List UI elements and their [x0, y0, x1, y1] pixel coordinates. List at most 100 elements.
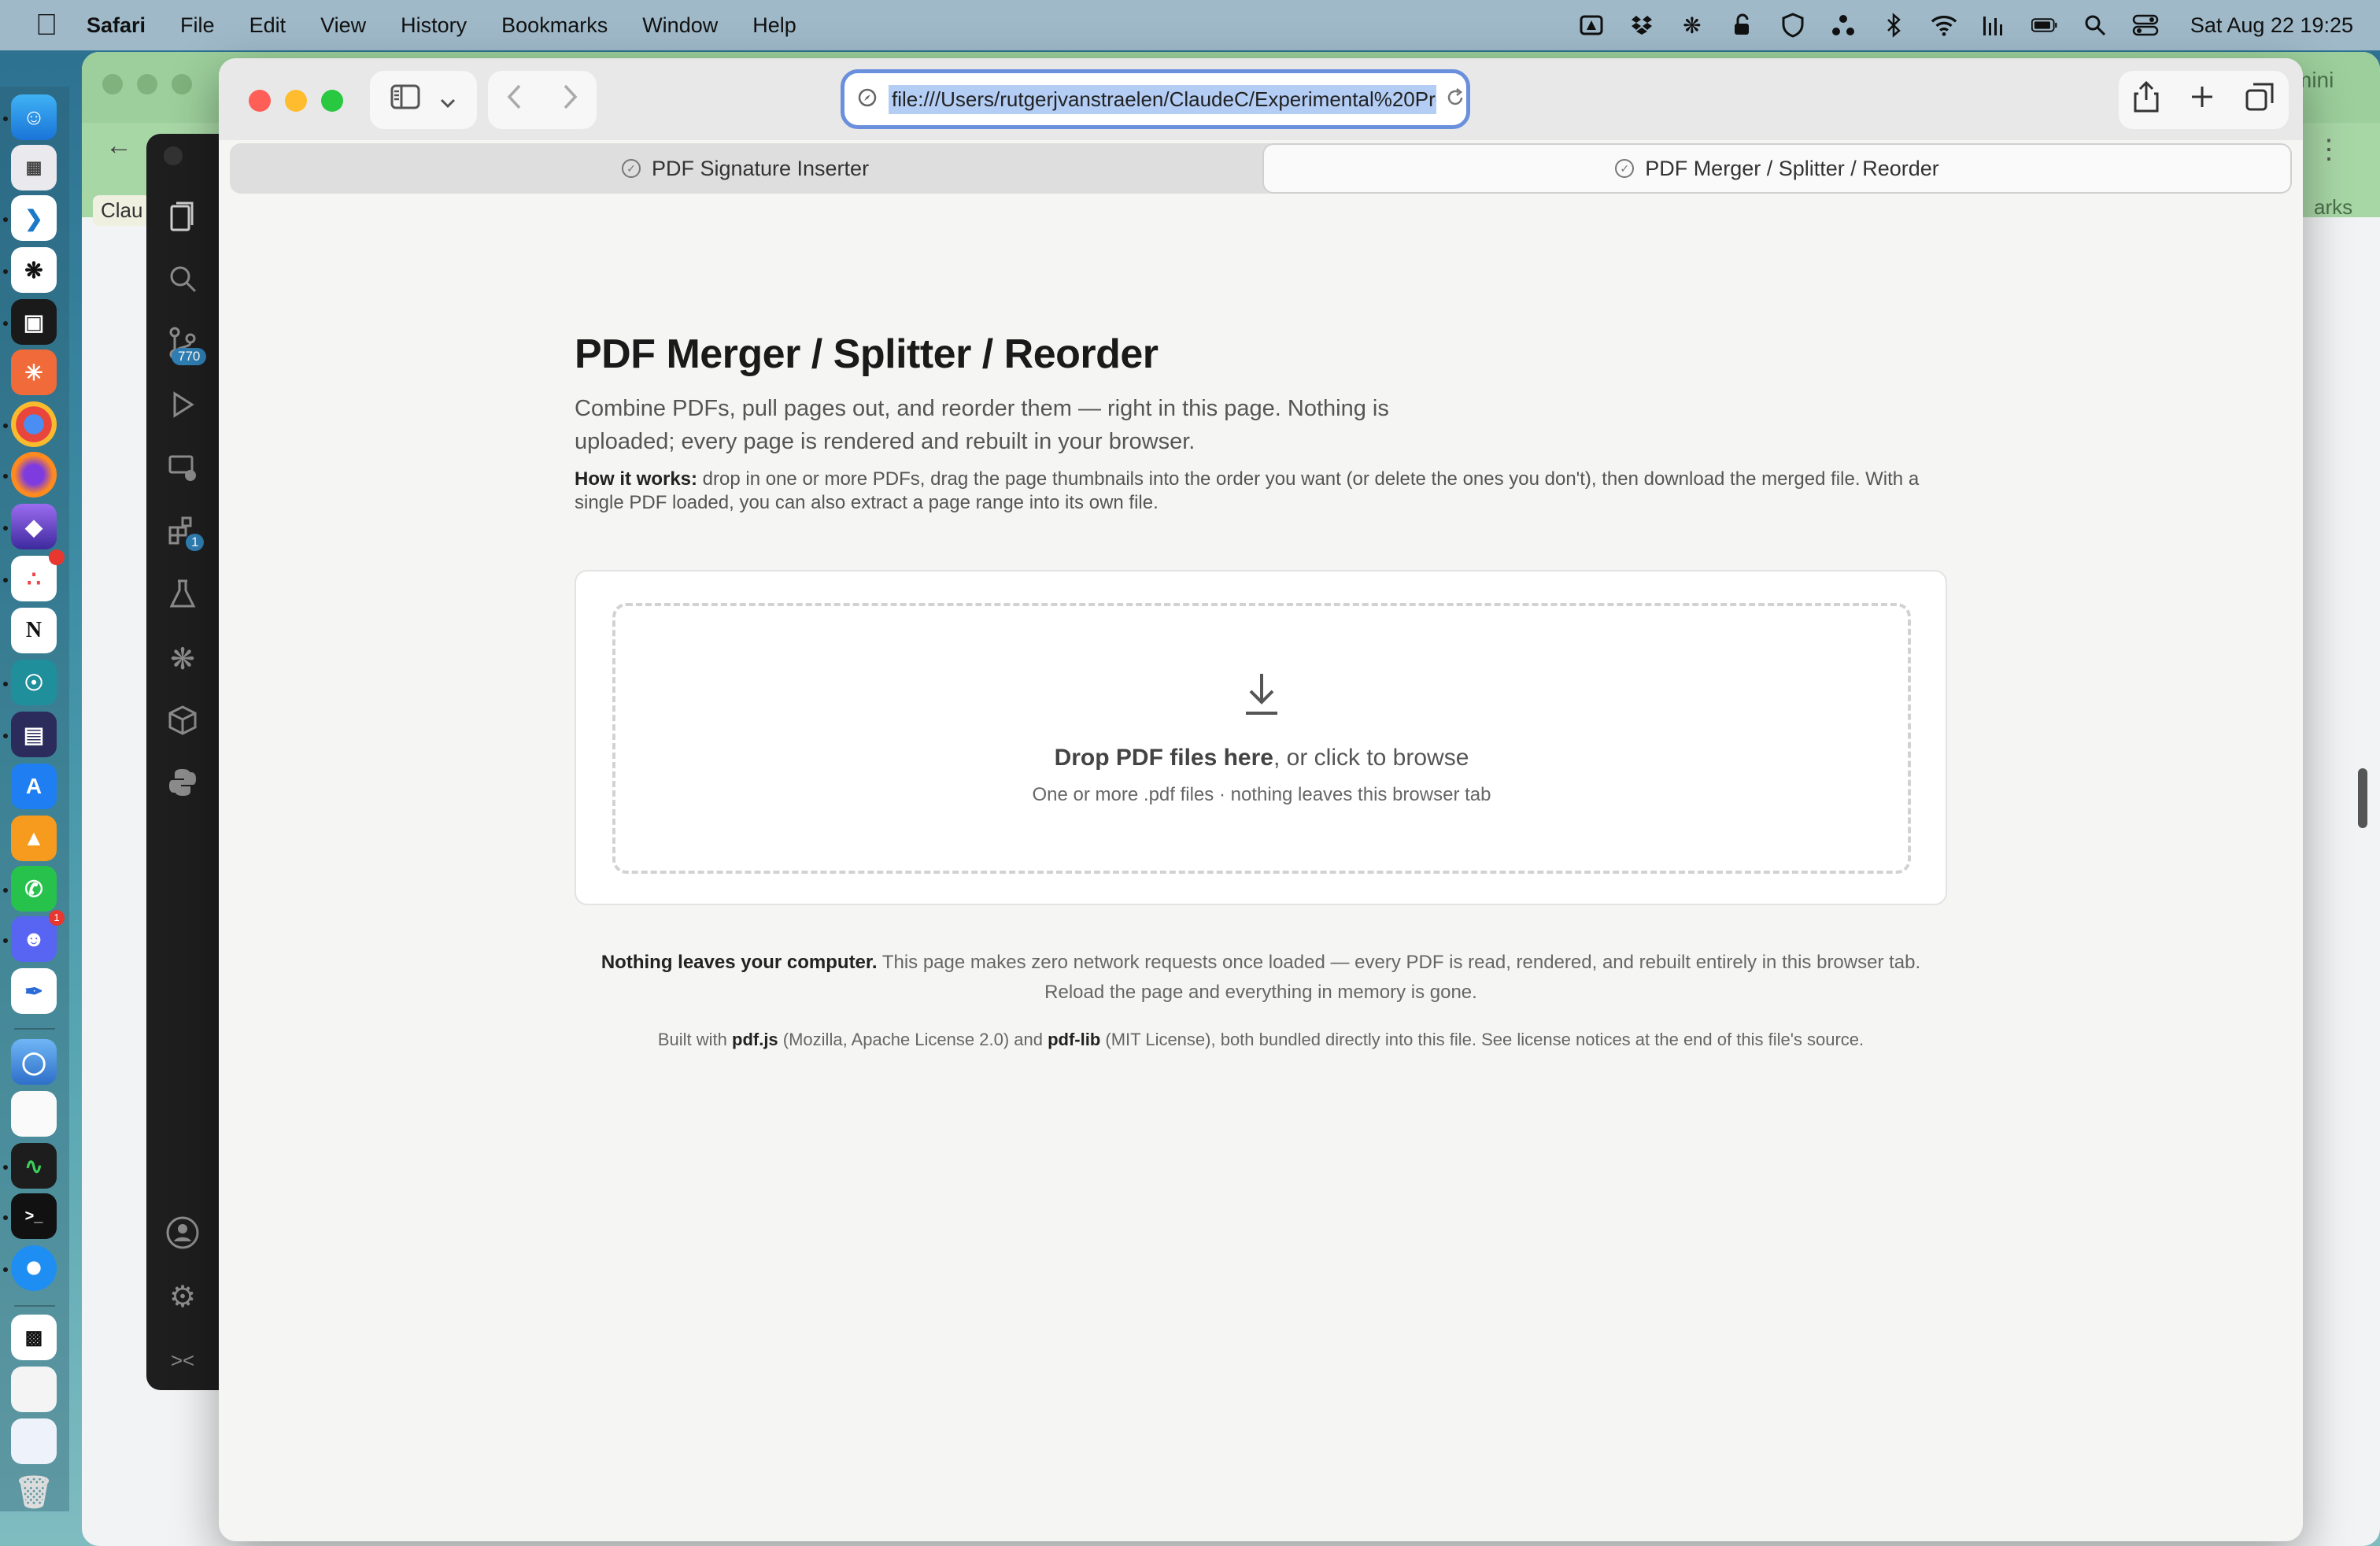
bg-tab-partial[interactable]: Clau — [93, 195, 151, 226]
activity-monitor-icon[interactable]: ∿ — [11, 1143, 57, 1189]
forward-button[interactable] — [560, 83, 579, 118]
minimize-button[interactable] — [285, 90, 307, 112]
menu-app-name[interactable]: Safari — [87, 13, 146, 38]
asana-icon[interactable]: ∴ — [11, 556, 57, 601]
remote-explorer-icon[interactable] — [164, 452, 201, 490]
manage-gear-icon[interactable]: ⚙ — [164, 1278, 201, 1316]
firefox-icon[interactable] — [11, 452, 57, 497]
menu-history[interactable]: History — [401, 13, 467, 38]
close-button[interactable] — [249, 90, 271, 112]
explorer-icon[interactable] — [164, 200, 201, 238]
bg-back-arrow-icon[interactable]: ← — [105, 131, 132, 161]
tab-pdf-signature-inserter[interactable]: ✓ PDF Signature Inserter — [230, 143, 1261, 194]
document-icon[interactable] — [11, 1091, 57, 1137]
network-icon[interactable] — [1830, 12, 1857, 39]
vscode-close-button[interactable] — [164, 146, 183, 165]
claude-code-icon[interactable]: ❋ — [164, 641, 201, 679]
app-store-icon[interactable]: A — [11, 764, 57, 809]
dock-running-indicator — [3, 1215, 8, 1220]
toolbar-actions — [2119, 71, 2289, 129]
vscode-search-icon[interactable] — [164, 263, 201, 301]
wifi-icon[interactable] — [1931, 12, 1957, 39]
bg-more-menu-icon[interactable]: ⋮ — [2315, 134, 2342, 165]
dock-separator — [14, 1305, 55, 1307]
whatsapp-icon[interactable]: ✆ — [11, 866, 57, 912]
privacy-body: This page makes zero network requests on… — [877, 952, 1921, 1003]
menu-help[interactable]: Help — [752, 13, 796, 38]
tableplus-icon[interactable]: ▣ — [11, 299, 57, 345]
apple-menu-icon[interactable]:  — [30, 9, 63, 42]
testing-flask-icon[interactable] — [164, 578, 201, 616]
tab-pdf-merger[interactable]: ✓ PDF Merger / Splitter / Reorder — [1262, 143, 2292, 194]
download-arrow-icon — [615, 672, 1908, 720]
containers-icon[interactable] — [164, 704, 201, 742]
claude-icon[interactable]: ❋ — [1679, 12, 1706, 39]
url-text[interactable]: file:///Users/rutgerjvanstraelen/ClaudeC… — [889, 84, 1436, 114]
browse-link[interactable]: , or click to browse — [1273, 745, 1469, 771]
back-button[interactable] — [505, 83, 524, 118]
claude-desktop-icon[interactable]: ✳ — [11, 350, 57, 395]
sidebar-toggle[interactable] — [370, 71, 477, 129]
dock-running-indicator — [3, 888, 8, 893]
scrollbar-thumb[interactable] — [2358, 768, 2367, 828]
tab-overview-icon[interactable] — [2245, 83, 2274, 118]
notes-pen-icon[interactable]: ✒ — [11, 968, 57, 1014]
claude-app-icon[interactable]: ❋ — [11, 247, 57, 293]
search-icon[interactable] — [2082, 12, 2108, 39]
new-tab-icon[interactable] — [2190, 85, 2214, 116]
remote-indicator-icon[interactable]: >< — [164, 1341, 201, 1379]
control-center-icon[interactable] — [2132, 12, 2159, 39]
drop-zone-strong: Drop PDF files here — [1054, 745, 1273, 771]
terminal-icon[interactable]: >_ — [11, 1193, 57, 1239]
menu-window[interactable]: Window — [642, 13, 718, 38]
menu-clock[interactable]: Sat Aug 22 19:25 — [2190, 13, 2353, 38]
menu-bookmarks[interactable]: Bookmarks — [501, 13, 608, 38]
chrome-icon[interactable] — [11, 401, 57, 447]
bluetooth-icon[interactable] — [1880, 12, 1907, 39]
menu-file[interactable]: File — [180, 13, 215, 38]
python-icon[interactable] — [164, 767, 201, 804]
bg-zoom-button[interactable] — [172, 74, 192, 94]
accounts-icon[interactable] — [164, 1215, 201, 1253]
zoom-button[interactable] — [321, 90, 343, 112]
qr-code-icon[interactable]: ▩ — [11, 1315, 57, 1360]
launchpad-icon[interactable]: ▦ — [11, 145, 57, 190]
vscode-icon[interactable]: ❯ — [11, 195, 57, 241]
address-bar[interactable]: file:///Users/rutgerjvanstraelen/ClaudeC… — [841, 69, 1470, 129]
shield-icon[interactable] — [1779, 12, 1806, 39]
battery-icon[interactable] — [2031, 12, 2058, 39]
cleaner-icon[interactable]: ☉ — [11, 660, 57, 705]
screenshot-icon[interactable] — [11, 1418, 57, 1464]
menu-bar:  Safari File Edit View History Bookmark… — [0, 0, 2380, 50]
discord-icon[interactable]: ☻ — [11, 916, 57, 962]
pdf-drop-zone[interactable]: Drop PDF files here, or click to browse … — [612, 603, 1911, 874]
bg-minimize-button[interactable] — [137, 74, 157, 94]
safari-icon[interactable] — [11, 1245, 57, 1291]
dock-running-indicator — [3, 578, 8, 583]
dropbox-icon[interactable] — [1628, 12, 1655, 39]
google-drive-icon[interactable] — [1578, 12, 1605, 39]
menu-edit[interactable]: Edit — [249, 13, 286, 38]
vlc-icon[interactable]: ▲ — [11, 816, 57, 861]
source-control-badge: 770 — [172, 348, 207, 365]
tab-bar: ✓ PDF Signature Inserter ✓ PDF Merger / … — [230, 143, 2292, 194]
chevron-down-icon — [439, 85, 456, 116]
notion-icon[interactable]: N — [11, 608, 57, 653]
istat-icon[interactable]: ▤ — [11, 712, 57, 757]
privacy-heading: Nothing leaves your computer. — [601, 952, 878, 973]
asana-badge — [49, 549, 65, 565]
menu-view[interactable]: View — [320, 13, 366, 38]
run-debug-icon[interactable] — [164, 389, 201, 427]
storage-icon[interactable]: ◯ — [11, 1039, 57, 1085]
share-icon[interactable] — [2134, 80, 2159, 120]
history-nav — [488, 71, 597, 129]
download-doc-icon[interactable] — [11, 1367, 57, 1412]
obsidian-icon[interactable]: ◆ — [11, 504, 57, 549]
reload-icon[interactable] — [1444, 87, 1466, 113]
lock-icon[interactable] — [1729, 12, 1756, 39]
finder-icon[interactable]: ☺ — [11, 94, 57, 140]
trash-icon[interactable]: 🗑 — [11, 1469, 57, 1515]
bg-close-button[interactable] — [102, 74, 123, 94]
stats-icon[interactable] — [1981, 12, 2008, 39]
credits-middle: (Mozilla, Apache License 2.0) and — [778, 1030, 1048, 1049]
